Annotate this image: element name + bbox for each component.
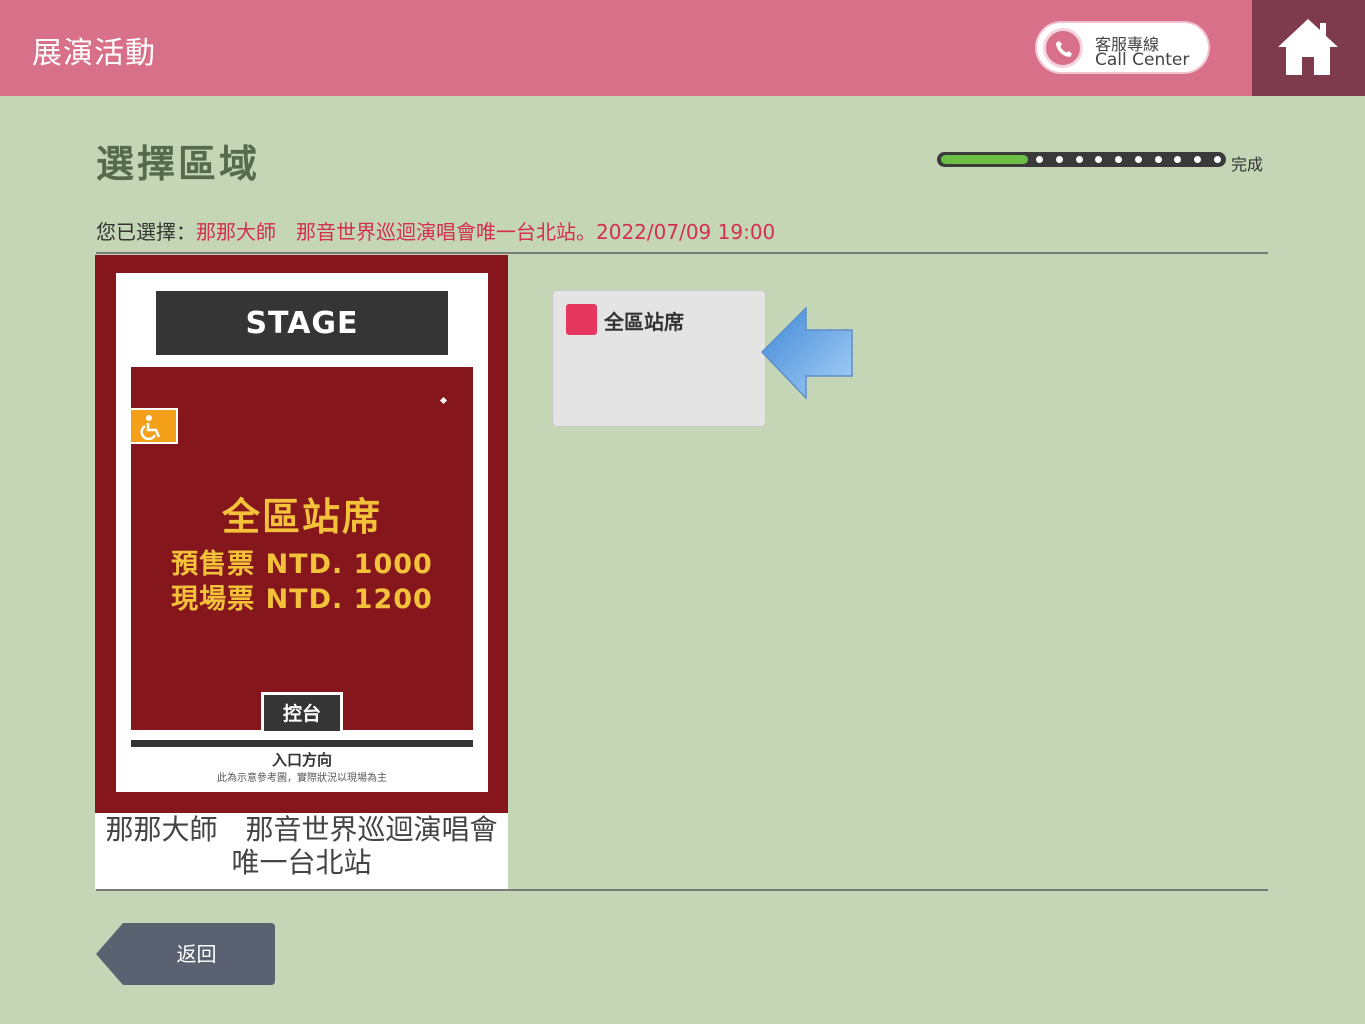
selection-value: 那那大師 那音世界巡迴演唱會唯一台北站。2022/07/09 19:00 — [196, 220, 776, 244]
divider-top — [96, 252, 1268, 254]
header-bar: 展演活動 客服專線 Call Center — [0, 0, 1365, 96]
divider-bottom — [96, 889, 1268, 891]
event-caption-box: 那那大師 那音世界巡迴演唱會唯一台北站 — [95, 813, 508, 889]
pointer-arrow-icon — [760, 306, 853, 400]
page-title: 選擇區域 — [96, 142, 261, 186]
progress-step-dot — [1095, 156, 1102, 163]
zone-color-swatch — [566, 304, 597, 335]
progress-step-dot — [1076, 156, 1083, 163]
header-title: 展演活動 — [32, 36, 156, 71]
selection-label: 您已選擇： — [96, 220, 196, 244]
phone-icon — [1043, 28, 1083, 68]
progress-step-dot — [1214, 156, 1221, 163]
home-button[interactable] — [1252, 0, 1365, 96]
progress-step-dot — [1135, 156, 1142, 163]
entrance-bar — [131, 740, 473, 747]
event-caption: 那那大師 那音世界巡迴演唱會唯一台北站 — [105, 813, 498, 879]
progress-step-dot — [1115, 156, 1122, 163]
progress-step-dot — [1056, 156, 1063, 163]
map-note: 此為示意參考圖，實際狀況以現場為主 — [217, 773, 387, 784]
back-button-label: 返回 — [176, 942, 217, 966]
progress-step-dot — [1036, 156, 1043, 163]
progress-step-dot — [1155, 156, 1162, 163]
stage-label: STAGE — [156, 291, 448, 355]
zone-option-button[interactable]: 全區站席 — [552, 290, 766, 427]
home-icon — [1278, 19, 1338, 75]
presale-price: 預售票 NTD. 1000 — [171, 549, 433, 580]
call-center-button[interactable]: 客服專線 Call Center — [1035, 21, 1210, 74]
door-price: 現場票 NTD. 1200 — [171, 584, 433, 615]
progress-step-dot — [1174, 156, 1181, 163]
progress-label: 完成 — [1231, 155, 1264, 174]
call-center-label-en: Call Center — [1095, 50, 1190, 70]
seat-map-zone-name: 全區站席 — [221, 495, 382, 539]
wheelchair-icon — [129, 408, 178, 444]
control-booth-label: 控台 — [261, 692, 343, 731]
progress-bar — [937, 152, 1226, 167]
back-button[interactable]: 返回 — [95, 922, 276, 986]
selection-summary: 您已選擇：那那大師 那音世界巡迴演唱會唯一台北站。2022/07/09 19:0… — [96, 216, 775, 245]
zone-option-label: 全區站席 — [604, 310, 684, 334]
progress-step-dot — [1194, 156, 1201, 163]
entrance-label: 入口方向 — [271, 751, 332, 769]
progress-fill — [941, 155, 1028, 164]
